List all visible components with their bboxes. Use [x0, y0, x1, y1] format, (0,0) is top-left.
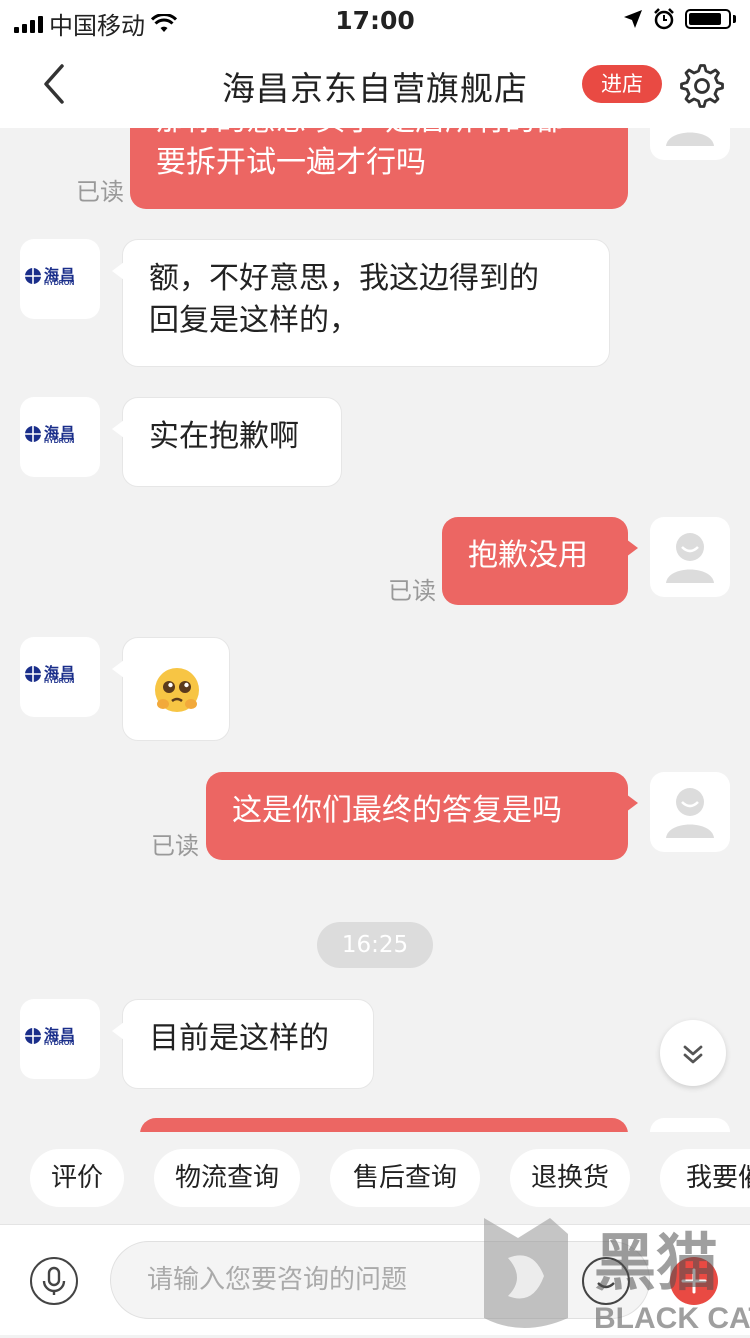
alarm-icon	[654, 8, 674, 30]
message-text: 那你的意思 买了 是店所有的都 要拆开试一遍才行吗	[156, 128, 565, 180]
read-receipt: 已读	[388, 577, 436, 605]
logo-en: HYDRON	[44, 1040, 75, 1047]
user-avatar	[650, 772, 730, 852]
shop-avatar: 海昌 HYDRON	[20, 397, 100, 477]
voice-button[interactable]	[30, 1257, 78, 1305]
message-bubble-outgoing-partial[interactable]	[140, 1118, 628, 1132]
quick-reply-review[interactable]: 评价	[30, 1149, 124, 1207]
more-button[interactable]	[670, 1257, 718, 1305]
battery-icon	[685, 9, 731, 29]
status-right	[623, 8, 736, 30]
logo-en: HYDRON	[44, 280, 75, 287]
hydron-logo: 海昌 HYDRON	[24, 664, 96, 690]
user-silhouette-icon	[666, 533, 714, 583]
message-text: 实在抱歉啊	[149, 419, 299, 454]
message-bubble-incoming[interactable]: 实在抱歉啊	[112, 397, 342, 487]
double-chevron-down-icon	[683, 1045, 703, 1064]
hydron-logo: 海昌 HYDRON	[24, 1026, 96, 1052]
input-bar: 请输入您要咨询的问题	[0, 1224, 750, 1335]
hydron-globe-icon	[25, 1028, 41, 1044]
message-input[interactable]: 请输入您要咨询的问题	[110, 1241, 650, 1319]
pleading-face-icon	[155, 668, 199, 712]
quick-reply-logistics[interactable]: 物流查询	[154, 1149, 300, 1207]
message-bubble-incoming[interactable]	[112, 637, 230, 741]
location-arrow-icon	[624, 10, 642, 28]
message-text: 目前是这样的	[149, 1021, 329, 1056]
logo-en: HYDRON	[44, 678, 75, 685]
hydron-logo: 海昌 HYDRON	[24, 424, 96, 450]
user-silhouette-icon	[666, 788, 714, 838]
quick-reply-urge[interactable]: 我要催	[660, 1149, 750, 1207]
hydron-globe-icon	[25, 268, 41, 284]
user-avatar	[650, 517, 730, 597]
nav-bar: 海昌京东自营旗舰店 进店	[0, 40, 750, 128]
read-receipt: 已读	[151, 832, 199, 860]
user-avatar	[650, 1118, 730, 1132]
logo-en: HYDRON	[44, 438, 75, 445]
quick-reply-bar[interactable]: 评价 物流查询 售后查询 退换货 我要催	[0, 1132, 750, 1224]
gear-icon[interactable]	[680, 64, 724, 108]
hydron-globe-icon	[25, 666, 41, 682]
battery-tip	[733, 15, 736, 23]
shop-avatar: 海昌 HYDRON	[20, 239, 100, 319]
hydron-logo: 海昌 HYDRON	[24, 266, 96, 292]
message-bubble-outgoing[interactable]: 抱歉没用	[442, 517, 638, 605]
message-bubble-outgoing[interactable]: 那你的意思 买了 是店所有的都 要拆开试一遍才行吗	[130, 128, 628, 209]
message-text: 这是你们最终的答复是吗	[232, 793, 562, 828]
user-silhouette-icon	[666, 132, 714, 146]
time-divider: 16:25	[317, 922, 433, 968]
quick-reply-after-sales[interactable]: 售后查询	[330, 1149, 480, 1207]
shop-avatar: 海昌 HYDRON	[20, 637, 100, 717]
enter-shop-button[interactable]: 进店	[582, 65, 662, 103]
message-bubble-outgoing[interactable]: 这是你们最终的答复是吗	[206, 772, 638, 860]
message-text: 抱歉没用	[468, 538, 588, 573]
smiley-icon	[597, 1282, 615, 1289]
chat-area[interactable]: 那你的意思 买了 是店所有的都 要拆开试一遍才行吗 已读 海昌 HYDRON 额…	[0, 128, 750, 1132]
read-receipt: 已读	[76, 178, 124, 206]
user-avatar	[650, 128, 730, 160]
emoji-button[interactable]	[582, 1257, 630, 1305]
scroll-to-bottom-button[interactable]	[660, 1020, 726, 1086]
hydron-globe-icon	[25, 426, 41, 442]
message-bubble-incoming[interactable]: 目前是这样的	[112, 999, 374, 1089]
quick-reply-return[interactable]: 退换货	[510, 1149, 630, 1207]
message-text: 额，不好意思，我这边得到的 回复是这样的，	[149, 261, 539, 338]
microphone-icon	[42, 1266, 66, 1295]
message-bubble-incoming[interactable]: 额，不好意思，我这边得到的 回复是这样的，	[112, 239, 610, 367]
status-bar: 中国移动 17:00	[0, 0, 750, 40]
plus-icon	[681, 1268, 707, 1294]
shop-avatar: 海昌 HYDRON	[20, 999, 100, 1079]
